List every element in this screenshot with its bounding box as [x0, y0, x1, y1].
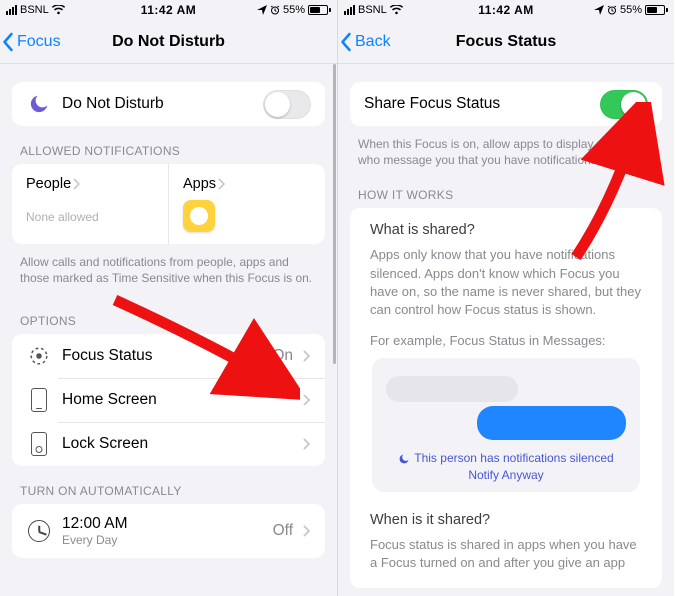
- silenced-text: This person has notifications silenced: [414, 450, 613, 467]
- status-bar: BSNL 11:42 AM 55%: [0, 0, 337, 20]
- what-example: For example, Focus Status in Messages:: [370, 333, 642, 348]
- clock-icon: [26, 518, 52, 544]
- share-note: When this Focus is on, allow apps to dis…: [338, 126, 674, 178]
- people-sub: None allowed: [26, 210, 154, 224]
- allowed-people[interactable]: People None allowed: [12, 164, 169, 244]
- row-schedule[interactable]: 12:00 AM Every Day Off: [12, 504, 325, 558]
- schedule-time: 12:00 AM: [62, 515, 263, 533]
- chevron-right-icon: [303, 525, 311, 537]
- how-card: What is shared? Apps only know that you …: [350, 208, 662, 588]
- alarm-icon: [607, 5, 617, 15]
- lock-screen-icon: [26, 431, 52, 457]
- row-home-screen[interactable]: Home Screen: [12, 378, 325, 422]
- clock-app-icon: [183, 200, 215, 232]
- allowed-card: People None allowed Apps: [12, 164, 325, 244]
- what-title: What is shared?: [370, 222, 642, 238]
- back-button[interactable]: Back: [338, 32, 395, 52]
- silenced-note: This person has notifications silenced N…: [386, 450, 626, 484]
- home-screen-label: Home Screen: [62, 391, 293, 409]
- notify-anyway[interactable]: Notify Anyway: [468, 467, 543, 484]
- incoming-bubble: [386, 376, 518, 402]
- options-card: Focus Status On Home Screen Lock Screen: [12, 334, 325, 466]
- how-header: HOW IT WORKS: [338, 178, 674, 208]
- allowed-note: Allow calls and notifications from peopl…: [0, 244, 337, 296]
- dnd-card: Do Not Disturb: [12, 82, 325, 126]
- share-toggle[interactable]: [600, 90, 648, 119]
- scroll-area[interactable]: Share Focus Status When this Focus is on…: [338, 64, 674, 596]
- chevron-right-icon: [303, 394, 311, 406]
- signal-icon: [344, 5, 355, 15]
- status-right: 55%: [257, 4, 331, 16]
- share-label: Share Focus Status: [364, 95, 590, 113]
- location-icon: [257, 5, 267, 15]
- when-body: Focus status is shared in apps when you …: [370, 536, 642, 572]
- dnd-row[interactable]: Do Not Disturb: [12, 82, 325, 126]
- focus-status-label: Focus Status: [62, 347, 262, 365]
- options-header: OPTIONS: [0, 296, 337, 334]
- dnd-toggle[interactable]: [263, 90, 311, 119]
- row-focus-status[interactable]: Focus Status On: [12, 334, 325, 378]
- scrollbar[interactable]: [333, 64, 336, 364]
- chevron-left-icon: [340, 32, 353, 52]
- what-body: Apps only know that you have notificatio…: [370, 246, 642, 319]
- chevron-left-icon: [2, 32, 15, 52]
- location-icon: [594, 5, 604, 15]
- battery-percent: 55%: [620, 4, 642, 16]
- signal-icon: [6, 5, 17, 15]
- screenshot-right: BSNL 11:42 AM 55% Back Focus Status Shar…: [337, 0, 674, 596]
- auto-card: 12:00 AM Every Day Off: [12, 504, 325, 558]
- battery-icon: [645, 5, 668, 15]
- nav-bar: Back Focus Status: [338, 20, 674, 64]
- people-label: People: [26, 176, 71, 192]
- auto-header: TURN ON AUTOMATICALLY: [0, 466, 337, 504]
- dnd-label: Do Not Disturb: [62, 95, 253, 113]
- app-chip: [183, 200, 311, 232]
- allowed-header: ALLOWED NOTIFICATIONS: [0, 126, 337, 164]
- row-lock-screen[interactable]: Lock Screen: [12, 422, 325, 466]
- chevron-right-icon: [303, 438, 311, 450]
- back-label: Back: [355, 33, 391, 51]
- moon-icon: [26, 91, 52, 117]
- status-right: 55%: [594, 4, 668, 16]
- moon-icon: [398, 453, 410, 465]
- status-bar: BSNL 11:42 AM 55%: [338, 0, 674, 20]
- nav-bar: Focus Do Not Disturb: [0, 20, 337, 64]
- outgoing-bubble: [477, 406, 626, 440]
- chevron-right-icon: [73, 178, 81, 190]
- wifi-icon: [52, 5, 65, 15]
- schedule-value: Off: [273, 522, 293, 540]
- allowed-apps[interactable]: Apps: [169, 164, 325, 244]
- messages-preview: This person has notifications silenced N…: [372, 358, 640, 492]
- lock-screen-label: Lock Screen: [62, 435, 293, 453]
- when-title: When is it shared?: [370, 512, 642, 528]
- status-left: BSNL: [6, 4, 65, 16]
- carrier-label: BSNL: [358, 4, 387, 16]
- schedule-sub: Every Day: [62, 533, 263, 547]
- carrier-label: BSNL: [20, 4, 49, 16]
- home-screen-icon: [26, 387, 52, 413]
- row-share-focus[interactable]: Share Focus Status: [350, 82, 662, 126]
- scroll-area[interactable]: Do Not Disturb ALLOWED NOTIFICATIONS Peo…: [0, 64, 337, 596]
- share-card: Share Focus Status: [350, 82, 662, 126]
- chevron-right-icon: [303, 350, 311, 362]
- alarm-icon: [270, 5, 280, 15]
- back-button[interactable]: Focus: [0, 32, 65, 52]
- screenshot-left: BSNL 11:42 AM 55% Focus Do Not Disturb D…: [0, 0, 337, 596]
- focus-status-value: On: [272, 347, 293, 365]
- wifi-icon: [390, 5, 403, 15]
- battery-icon: [308, 5, 331, 15]
- chevron-right-icon: [218, 178, 226, 190]
- status-left: BSNL: [344, 4, 403, 16]
- back-label: Focus: [17, 33, 61, 51]
- focus-status-icon: [26, 343, 52, 369]
- apps-label: Apps: [183, 176, 216, 192]
- battery-percent: 55%: [283, 4, 305, 16]
